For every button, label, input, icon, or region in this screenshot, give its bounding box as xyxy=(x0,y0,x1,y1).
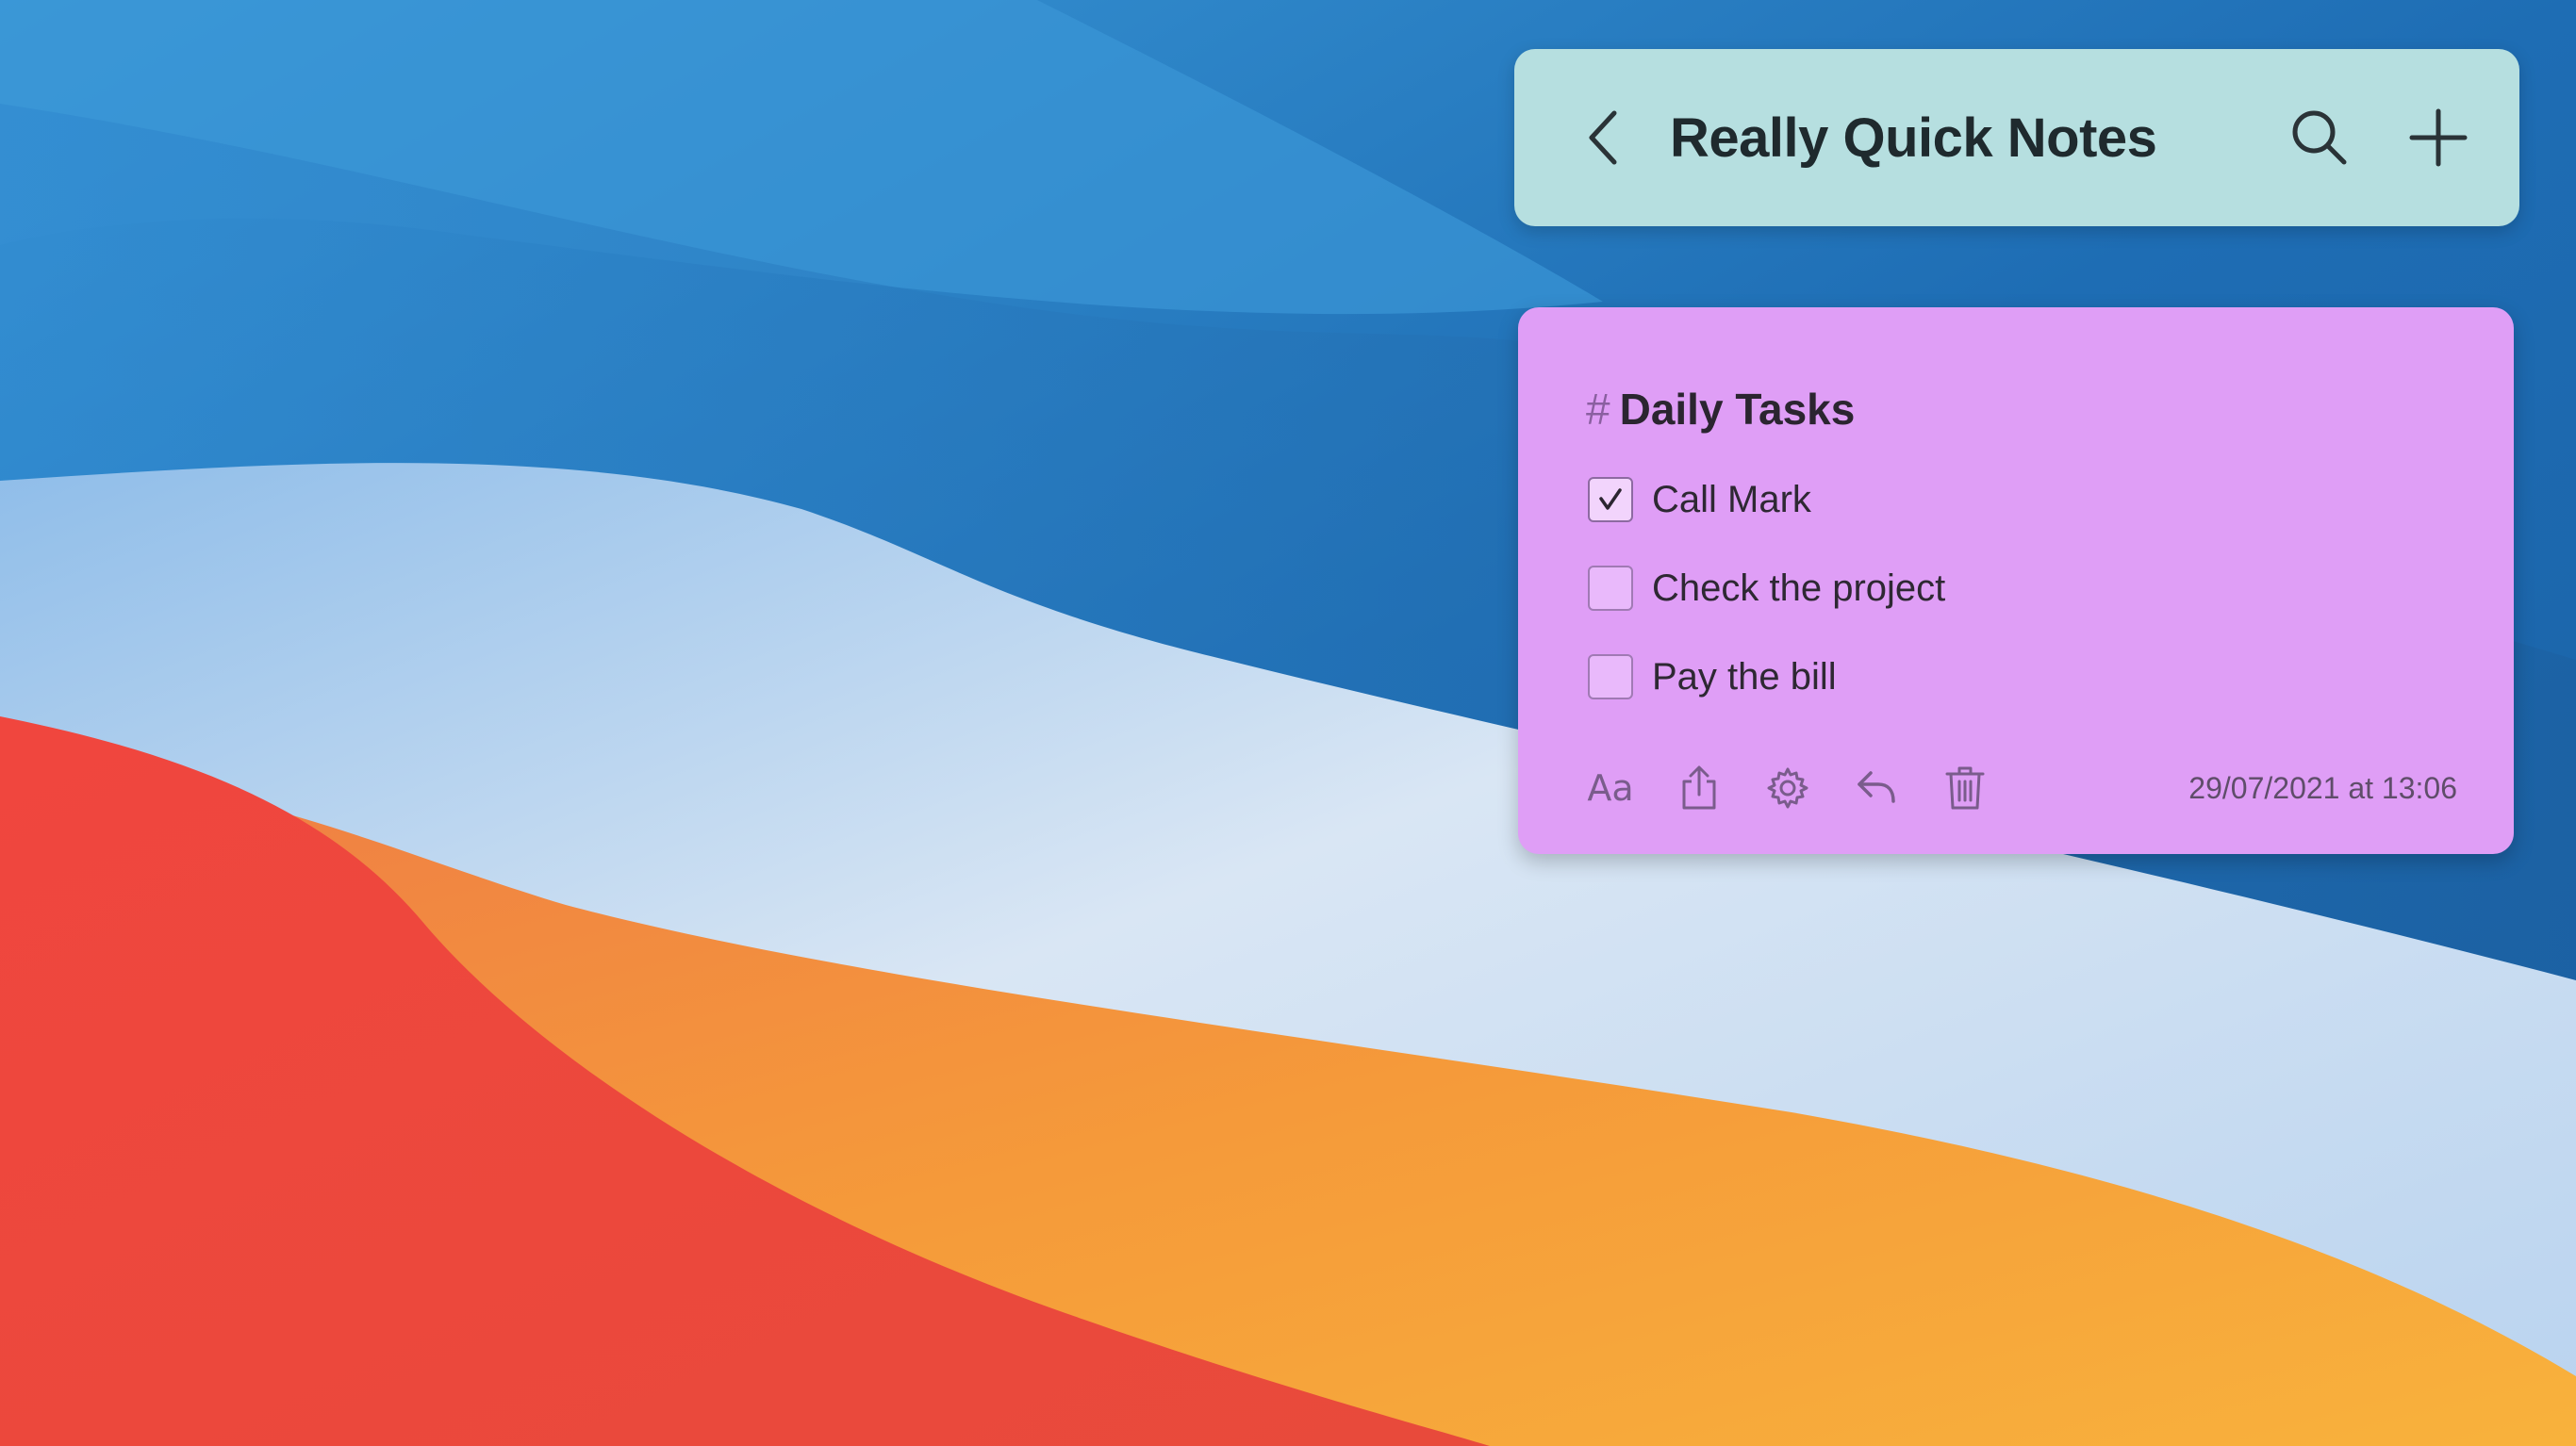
back-button[interactable] xyxy=(1575,104,1631,172)
checkmark-icon xyxy=(1599,488,1622,510)
note-timestamp: 29/07/2021 at 13:06 xyxy=(2188,771,2457,805)
task-item-pay-bill[interactable]: Pay the bill xyxy=(1588,649,1837,705)
undo-button[interactable] xyxy=(1846,758,1907,818)
gear-icon xyxy=(1767,767,1808,809)
app-title: Really Quick Notes xyxy=(1670,107,2157,169)
task-item-call-mark[interactable]: Call Mark xyxy=(1588,471,1811,528)
add-note-button[interactable] xyxy=(2406,106,2470,170)
note-card[interactable]: # Daily Tasks Call Mark Check the project… xyxy=(1518,307,2514,854)
task-label: Pay the bill xyxy=(1652,655,1837,698)
note-title: Daily Tasks xyxy=(1619,385,1856,434)
heading-hash: # xyxy=(1586,385,1610,434)
font-icon[interactable]: Aa xyxy=(1580,758,1641,818)
note-heading[interactable]: # Daily Tasks xyxy=(1586,371,1855,447)
task-checkbox[interactable] xyxy=(1588,566,1633,611)
chevron-left-icon xyxy=(1589,110,1617,165)
search-button[interactable] xyxy=(2286,104,2353,172)
trash-icon xyxy=(1945,766,1985,810)
task-item-check-project[interactable]: Check the project xyxy=(1588,560,1945,616)
delete-button[interactable] xyxy=(1935,758,1995,818)
note-toolbar: Aa xyxy=(1580,758,2023,818)
task-label: Call Mark xyxy=(1652,478,1811,520)
task-checkbox[interactable] xyxy=(1588,654,1633,699)
app-header: Really Quick Notes xyxy=(1514,49,2519,226)
undo-icon xyxy=(1858,771,1895,803)
settings-button[interactable] xyxy=(1758,758,1818,818)
share-icon xyxy=(1682,765,1716,810)
task-label: Check the project xyxy=(1652,567,1946,609)
task-checkbox-checked[interactable] xyxy=(1588,477,1633,522)
share-button[interactable] xyxy=(1669,758,1729,818)
search-icon xyxy=(2292,110,2347,165)
plus-icon xyxy=(2409,108,2468,167)
